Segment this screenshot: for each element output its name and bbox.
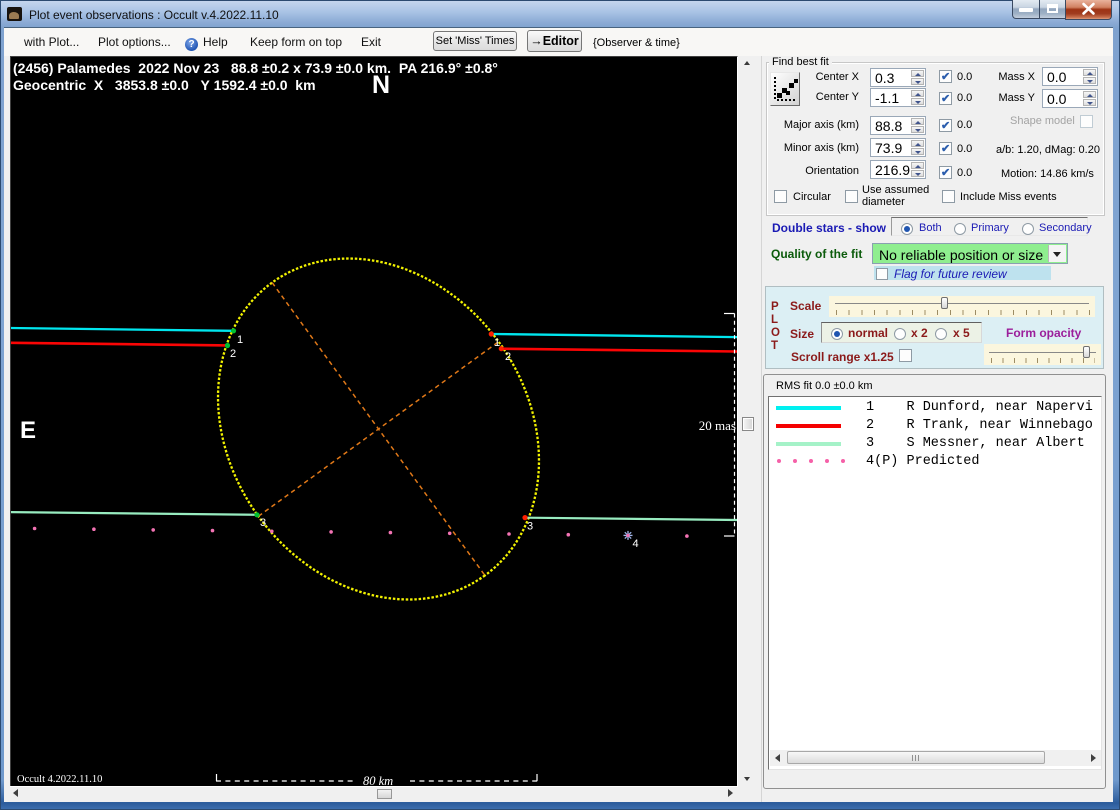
svg-text:2: 2 <box>230 348 236 360</box>
svg-text:1: 1 <box>494 337 500 349</box>
svg-text:4: 4 <box>633 538 639 550</box>
svg-text:80 km: 80 km <box>363 774 393 786</box>
svg-text:3: 3 <box>527 521 533 533</box>
svg-text:Geocentric X 3853.8 ±0.0: Geocentric X 3853.8 ±0.0 Y 1592.4 ±0.0 k… <box>13 77 316 93</box>
svg-text:1: 1 <box>237 334 243 346</box>
svg-text:2: 2 <box>505 351 511 363</box>
svg-text:(2456) Palamedes 2022 Nov 23: (2456) Palamedes 2022 Nov 23 88.8 ±0.2 x… <box>13 60 498 76</box>
svg-text:N: N <box>372 71 390 99</box>
svg-text:3: 3 <box>260 517 266 529</box>
svg-text:Occult 4.2022.11.10: Occult 4.2022.11.10 <box>17 774 102 785</box>
svg-text:E: E <box>20 417 36 444</box>
svg-text:20 mas: 20 mas <box>699 418 736 433</box>
